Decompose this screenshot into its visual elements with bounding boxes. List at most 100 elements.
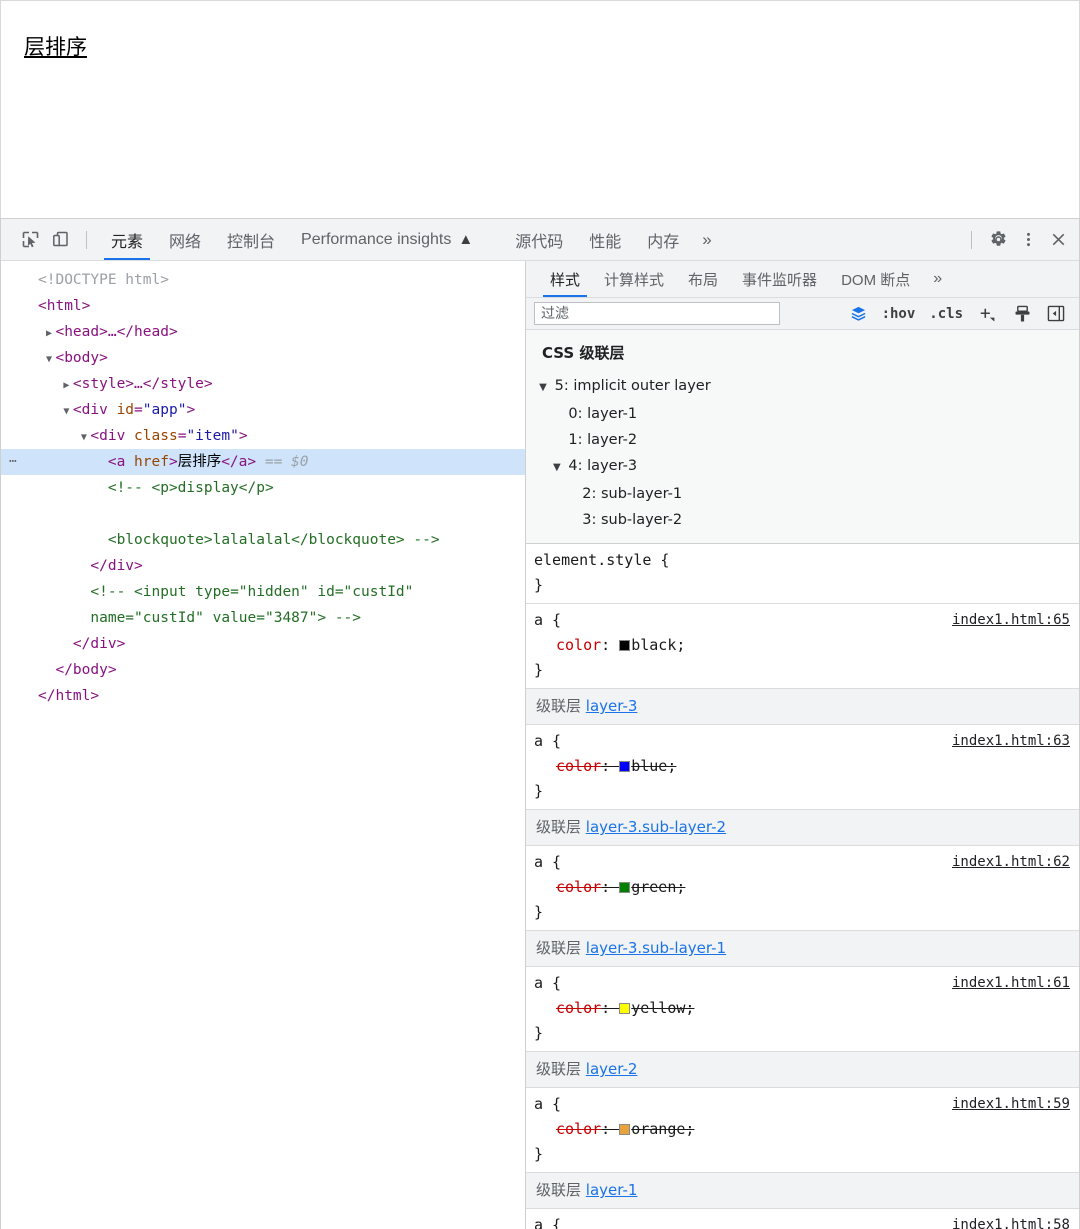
styles-more-tabs-chevron-icon[interactable]: »	[922, 270, 953, 288]
more-tabs-chevron-icon[interactable]: »	[692, 230, 721, 250]
dom-token-comment: name="custId" value="3487"> -->	[90, 610, 362, 626]
gear-icon[interactable]	[983, 225, 1013, 255]
cascade-layer-node[interactable]: 1: layer-2	[536, 427, 1079, 453]
css-property-name[interactable]: color	[556, 636, 601, 654]
device-toolbar-icon[interactable]	[45, 225, 75, 255]
cls-toggle-button[interactable]: .cls	[922, 306, 970, 322]
cascade-layer-node[interactable]: 4: layer-3	[536, 453, 1079, 481]
cascade-layer-node[interactable]: 2: sub-layer-1	[536, 481, 1079, 507]
close-icon[interactable]	[1043, 225, 1073, 255]
hov-toggle-button[interactable]: :hov	[875, 306, 923, 322]
css-rule-block[interactable]: index1.html:62 a {color: green;}	[526, 846, 1079, 931]
tab-dom-breakpoints[interactable]: DOM 断点	[829, 261, 922, 297]
rule-origin-link[interactable]: index1.html:65	[952, 608, 1070, 633]
tab-sources[interactable]: 源代码	[502, 219, 576, 260]
tab-performance[interactable]: 性能	[576, 219, 634, 260]
cascade-layer-link[interactable]: layer-3.sub-layer-2	[586, 818, 726, 836]
cascade-layers-icon[interactable]	[842, 305, 875, 322]
css-declaration-overridden[interactable]: color: green;	[534, 875, 1079, 900]
css-rule-block[interactable]: index1.html:59 a {color: orange;}	[526, 1088, 1079, 1173]
new-style-rule-button[interactable]	[970, 305, 1006, 323]
css-rule-block[interactable]: index1.html:58a {color: red;}	[526, 1209, 1079, 1229]
dom-tree-row[interactable]	[1, 501, 525, 527]
twisty-expanded-icon[interactable]	[60, 399, 73, 425]
layer-twisty-expanded-icon[interactable]	[536, 375, 550, 401]
dom-tree-row[interactable]: </div>	[1, 553, 525, 579]
color-swatch[interactable]	[619, 1124, 631, 1135]
css-rule-block[interactable]: index1.html:63 a {color: blue;}	[526, 725, 1079, 810]
css-property-value[interactable]: blue;	[631, 757, 676, 775]
css-property-name[interactable]: color	[556, 757, 601, 775]
cascade-layer-link[interactable]: layer-1	[586, 1181, 638, 1199]
twisty-collapsed-icon[interactable]	[42, 321, 55, 347]
element-style-rule-block[interactable]: element.style {}	[526, 544, 1079, 604]
computed-sidebar-icon[interactable]	[1006, 305, 1039, 323]
rule-origin-link[interactable]: index1.html:59	[952, 1092, 1070, 1117]
more-vertical-icon[interactable]	[1013, 225, 1043, 255]
css-property-value[interactable]: orange;	[631, 1120, 694, 1138]
tab-memory[interactable]: 内存	[634, 219, 692, 260]
dom-tree-row[interactable]: </body>	[1, 657, 525, 683]
page-link-layer-order[interactable]: 层排序	[24, 31, 87, 61]
rule-origin-link[interactable]: index1.html:62	[952, 850, 1070, 875]
dom-tree-row[interactable]: <blockquote>lalalalal</blockquote> -->	[1, 527, 525, 553]
css-property-value[interactable]: yellow;	[631, 999, 694, 1017]
color-swatch[interactable]	[619, 761, 631, 772]
cascade-layer-node[interactable]: 3: sub-layer-2	[536, 507, 1079, 533]
tab-event-listeners[interactable]: 事件监听器	[730, 261, 829, 297]
dom-tree-row[interactable]: <div id="app">	[1, 397, 525, 423]
css-declaration-overridden[interactable]: color: blue;	[534, 754, 1079, 779]
layer-twisty-expanded-icon[interactable]	[550, 455, 564, 481]
rule-origin-link[interactable]: index1.html:61	[952, 971, 1070, 996]
twisty-collapsed-icon[interactable]	[60, 373, 73, 399]
dom-tree-row[interactable]: </div>	[1, 631, 525, 657]
css-declaration[interactable]: color: black;	[534, 633, 1079, 658]
tab-elements[interactable]: 元素	[98, 219, 156, 260]
cascade-layer-node[interactable]: 0: layer-1	[536, 401, 1079, 427]
styles-filter-input[interactable]	[534, 302, 780, 325]
tab-layout[interactable]: 布局	[676, 261, 730, 297]
toggle-sidebar-icon[interactable]	[1039, 305, 1073, 322]
css-rule-block[interactable]: index1.html:61 a {color: yellow;}	[526, 967, 1079, 1052]
rule-origin-link[interactable]: index1.html:58	[952, 1213, 1070, 1229]
rule-selector[interactable]: element.style {	[534, 548, 1079, 573]
color-swatch[interactable]	[619, 1003, 631, 1014]
css-property-name[interactable]: color	[556, 1120, 601, 1138]
dom-row-ellipsis-badge[interactable]: ⋯	[9, 449, 18, 475]
tab-network[interactable]: 网络	[156, 219, 214, 260]
rule-origin-link[interactable]: index1.html:63	[952, 729, 1070, 754]
dom-tree-row[interactable]: <div class="item">	[1, 423, 525, 449]
tab-computed[interactable]: 计算样式	[592, 261, 676, 297]
dom-tree-row[interactable]: name="custId" value="3487"> -->	[1, 605, 525, 631]
css-declaration-overridden[interactable]: color: yellow;	[534, 996, 1079, 1021]
css-rule-block[interactable]: index1.html:65 a {color: black;}	[526, 604, 1079, 689]
twisty-expanded-icon[interactable]	[42, 347, 55, 373]
color-swatch[interactable]	[619, 640, 631, 651]
css-declaration-overridden[interactable]: color: orange;	[534, 1117, 1079, 1142]
cascade-layer-link[interactable]: layer-3	[586, 697, 638, 715]
cascade-layer-link[interactable]: layer-2	[586, 1060, 638, 1078]
dom-tree-row[interactable]: <body>	[1, 345, 525, 371]
twisty-expanded-icon[interactable]	[77, 425, 90, 451]
css-property-name[interactable]: color	[556, 878, 601, 896]
tab-console[interactable]: 控制台	[214, 219, 288, 260]
dom-tree-row[interactable]: <html>	[1, 293, 525, 319]
dom-tree-row[interactable]: <!-- <input type="hidden" id="custId"	[1, 579, 525, 605]
css-property-name[interactable]: color	[556, 999, 601, 1017]
color-swatch[interactable]	[619, 882, 631, 893]
dom-tree-row[interactable]: </html>	[1, 683, 525, 709]
dom-tree-row-selected[interactable]: ⋯ <a href>层排序</a> == $0	[1, 449, 525, 475]
css-property-value[interactable]: green;	[631, 878, 685, 896]
dom-tree-pane[interactable]: <!DOCTYPE html> <html> <head>…</head> <bo…	[1, 261, 525, 1229]
dom-tree-row[interactable]: <style>…</style>	[1, 371, 525, 397]
cascade-layer-node[interactable]: 5: implicit outer layer	[536, 373, 1079, 401]
tab-performance-insights[interactable]: Performance insights ▲	[288, 219, 486, 260]
tab-styles[interactable]: 样式	[538, 261, 592, 297]
dom-tree-row[interactable]: <!DOCTYPE html>	[1, 267, 525, 293]
dom-tree-row[interactable]: <!-- <p>display</p>	[1, 475, 525, 501]
inspect-cursor-icon[interactable]	[15, 225, 45, 255]
dom-tree-row[interactable]: <head>…</head>	[1, 319, 525, 345]
cascade-layer-link[interactable]: layer-3.sub-layer-1	[586, 939, 726, 957]
css-property-value[interactable]: black;	[631, 636, 685, 654]
